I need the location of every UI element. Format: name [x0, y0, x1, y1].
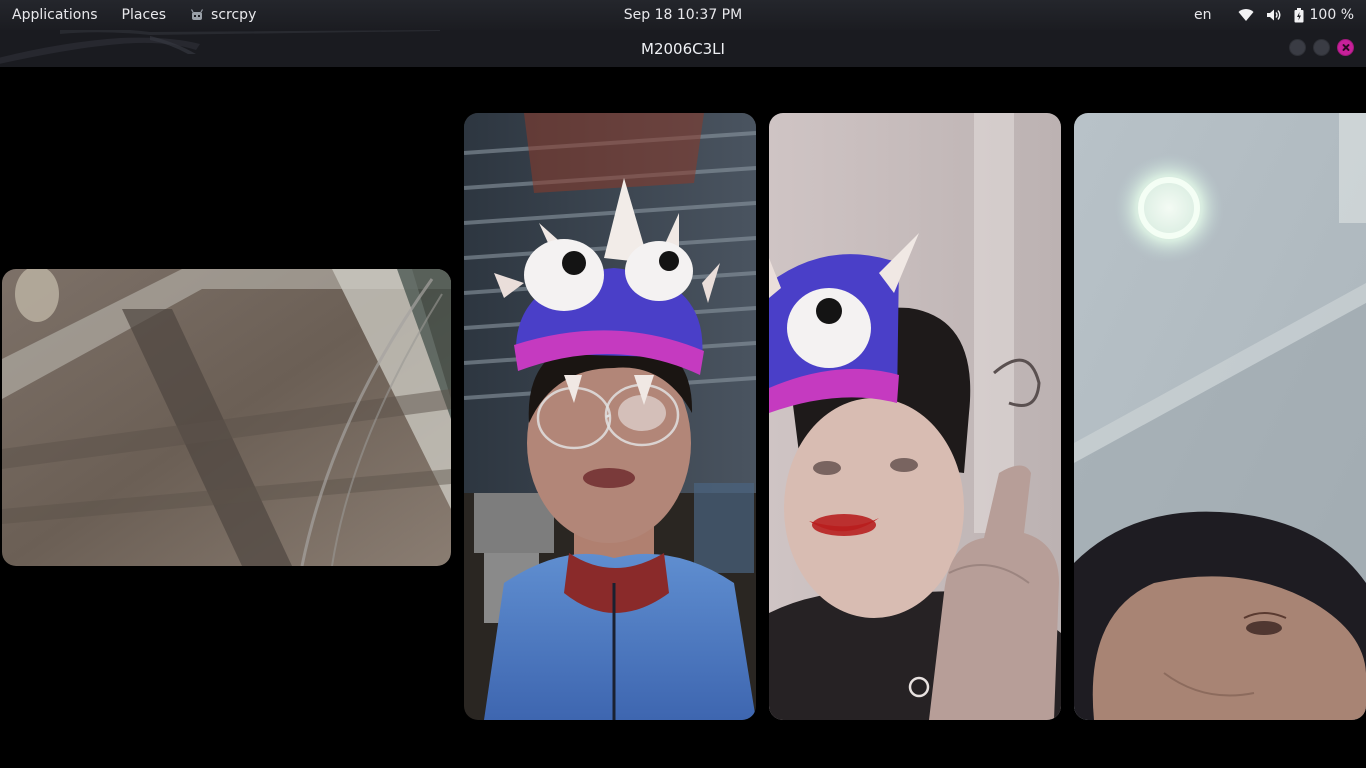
video-tile-person-hat-thumbsup[interactable]	[769, 113, 1061, 720]
battery-icon	[1294, 7, 1304, 23]
video-tile-person-ceiling-light[interactable]	[1074, 113, 1366, 720]
applications-menu[interactable]: Applications	[0, 0, 110, 30]
places-menu-label: Places	[121, 7, 167, 23]
device-screen[interactable]	[0, 67, 1366, 768]
maximize-button[interactable]	[1313, 39, 1330, 56]
video-frame-person-glasses	[464, 113, 756, 720]
system-tray[interactable]: 100 %	[1238, 7, 1354, 23]
active-app-name: scrcpy	[211, 7, 257, 23]
video-frame-person-thumbsup	[769, 113, 1061, 720]
window-titlebar[interactable]: M2006C3LI	[0, 30, 1366, 67]
volume-icon	[1266, 8, 1282, 22]
window-controls	[1289, 39, 1354, 56]
top-panel: Applications Places scrcpy Sep 18 10:37 …	[0, 0, 1366, 30]
battery-status: 100 %	[1294, 7, 1354, 23]
keyboard-layout-indicator[interactable]: en	[1186, 7, 1238, 23]
video-tile-ceiling-wide[interactable]	[2, 269, 451, 566]
panel-left: Applications Places scrcpy	[0, 0, 268, 30]
video-frame-ceiling-light	[1074, 113, 1366, 720]
battery-percent: 100 %	[1309, 7, 1354, 23]
window-title: M2006C3LI	[641, 39, 725, 58]
minimize-button[interactable]	[1289, 39, 1306, 56]
clock[interactable]: Sep 18 10:37 PM	[624, 7, 742, 23]
scrcpy-app-icon	[190, 9, 204, 21]
close-button[interactable]	[1337, 39, 1354, 56]
wifi-icon	[1238, 8, 1254, 22]
video-frame-ceiling	[2, 269, 451, 566]
applications-menu-label: Applications	[12, 7, 98, 23]
video-tile-person-glasses-hat[interactable]	[464, 113, 756, 720]
places-menu[interactable]: Places	[110, 0, 179, 30]
active-app-indicator[interactable]: scrcpy	[178, 0, 268, 30]
panel-right: en 100 %	[1186, 0, 1366, 30]
